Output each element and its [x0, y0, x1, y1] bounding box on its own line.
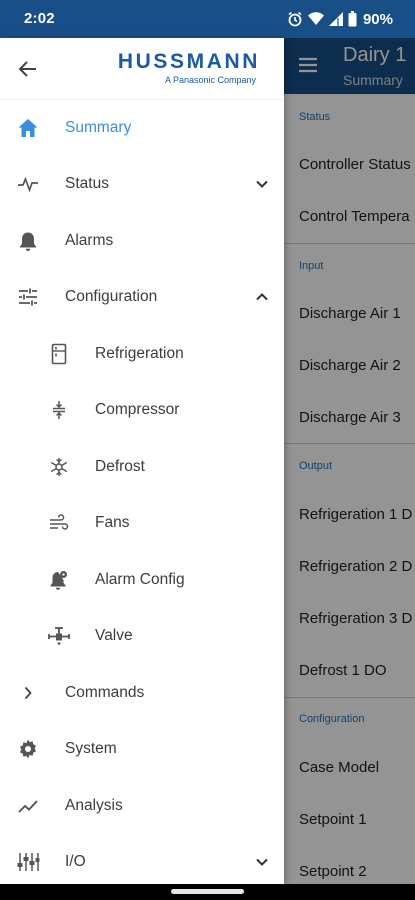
navigation-drawer: HUSSMANN A Panasonic Company Summary Sta…	[0, 38, 284, 884]
drawer-header: HUSSMANN A Panasonic Company	[0, 38, 284, 100]
drawer-item-summary[interactable]: Summary	[0, 100, 284, 156]
drawer-item-alarms[interactable]: Alarms	[0, 213, 284, 269]
drawer-item-compressor[interactable]: Compressor	[0, 382, 284, 438]
status-time: 2:02	[24, 10, 55, 27]
drawer-item-analysis[interactable]: Analysis	[0, 778, 284, 834]
wifi-icon	[307, 11, 325, 27]
chevron-up-icon[interactable]	[250, 285, 274, 309]
signal-icon	[328, 11, 344, 27]
drawer-item-label: Compressor	[95, 401, 180, 418]
drawer-item-label: Alarm Config	[95, 571, 185, 588]
drawer-item-commands[interactable]: Commands	[0, 665, 284, 721]
drawer-item-label: Alarms	[65, 232, 114, 249]
alarm-config-icon	[47, 568, 71, 592]
drawer-item-label: Status	[65, 175, 109, 192]
drawer-item-label: Analysis	[65, 797, 123, 814]
battery-percent: 90%	[362, 10, 393, 28]
logo-tagline: A Panasonic Company	[164, 75, 256, 85]
system-nav-bar	[0, 884, 415, 900]
drawer-item-label: System	[65, 740, 117, 757]
back-arrow-icon[interactable]	[14, 55, 42, 83]
drawer-item-alarm-config[interactable]: Alarm Config	[0, 552, 284, 608]
chevron-down-icon[interactable]	[250, 172, 274, 196]
alarm-icon	[287, 11, 303, 27]
refrigerator-icon	[47, 342, 71, 366]
drawer-item-label: Valve	[95, 627, 133, 644]
drawer-item-io[interactable]: I/O	[0, 834, 284, 890]
drawer-item-label: Refrigeration	[95, 345, 184, 362]
bell-icon	[16, 229, 40, 253]
drawer-item-system[interactable]: System	[0, 721, 284, 777]
status-icons: 90%	[287, 8, 393, 30]
gear-icon	[16, 737, 40, 761]
valve-icon	[47, 624, 71, 648]
drawer-item-label: Commands	[65, 684, 145, 701]
drawer-item-refrigeration[interactable]: Refrigeration	[0, 326, 284, 382]
drawer-item-label: I/O	[65, 853, 86, 870]
logo-wordmark: HUSSMANN	[117, 50, 260, 73]
drawer-item-fans[interactable]: Fans	[0, 495, 284, 551]
home-gesture-handle[interactable]	[171, 889, 244, 894]
battery-icon	[348, 11, 357, 27]
drawer-item-status[interactable]: Status	[0, 156, 284, 212]
hussmann-logo: HUSSMANN A Panasonic Company	[64, 50, 260, 90]
io-icon	[16, 850, 40, 874]
chevron-down-icon[interactable]	[250, 850, 274, 874]
home-icon	[16, 116, 40, 140]
drawer-item-label: Fans	[95, 514, 130, 531]
sliders-icon	[16, 285, 40, 309]
drawer-item-defrost[interactable]: Defrost	[0, 439, 284, 495]
chevron-right-icon	[16, 681, 40, 705]
status-bar: 2:02 90%	[0, 0, 415, 38]
drawer-item-label: Defrost	[95, 458, 145, 475]
drawer-item-valve[interactable]: Valve	[0, 608, 284, 664]
drawer-item-configuration[interactable]: Configuration	[0, 269, 284, 325]
fan-icon	[47, 511, 71, 535]
compressor-icon	[47, 398, 71, 422]
pulse-icon	[16, 172, 40, 196]
trend-icon	[16, 794, 40, 818]
snowflake-icon	[47, 455, 71, 479]
drawer-item-label: Summary	[65, 119, 132, 136]
drawer-item-label: Configuration	[65, 288, 158, 305]
